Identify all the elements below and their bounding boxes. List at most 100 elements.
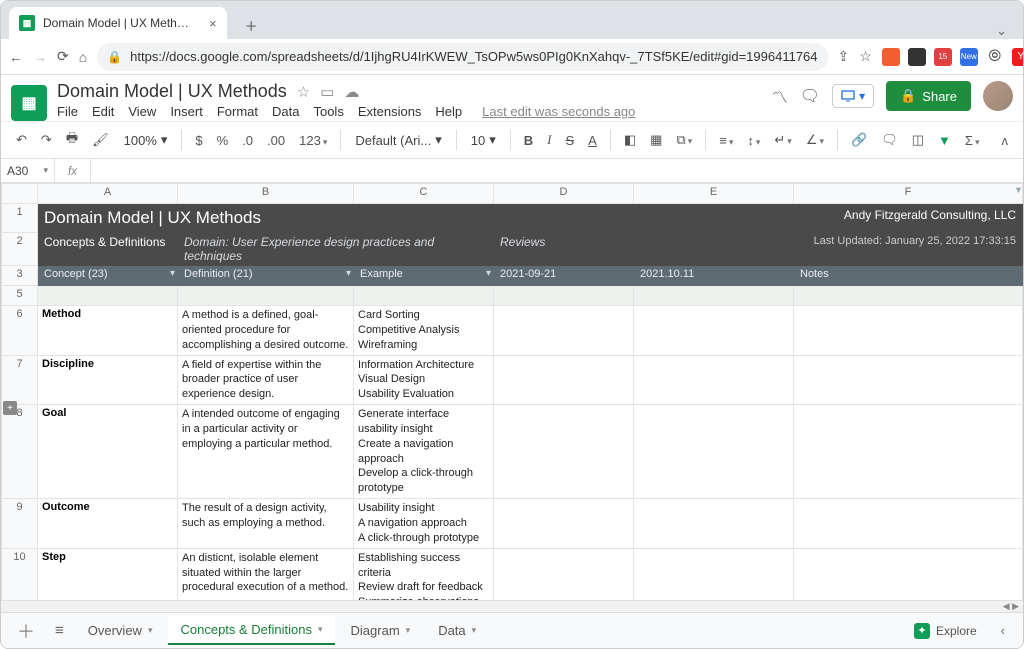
v-align-button[interactable]: ↕▾ — [742, 129, 765, 152]
cell[interactable]: Generate interface usability insightCrea… — [354, 405, 494, 499]
cell[interactable]: Information ArchitectureVisual DesignUsa… — [354, 355, 494, 405]
cell[interactable]: Reviews — [494, 233, 634, 266]
link-button[interactable]: 🔗 — [846, 128, 872, 152]
cell[interactable] — [494, 548, 634, 600]
filter-icon[interactable]: ▾ — [170, 268, 175, 279]
merge-button[interactable]: ⧉▾ — [671, 128, 697, 152]
collapse-toolbar-button[interactable]: ʌ — [997, 129, 1014, 152]
menu-view[interactable]: View — [128, 104, 156, 119]
share-button[interactable]: 🔒 Share — [886, 81, 971, 111]
cell[interactable]: The result of a design activity, such as… — [178, 499, 354, 549]
cell[interactable]: Concept (23)▾ — [38, 266, 178, 286]
sheets-logo[interactable]: ▦ — [11, 85, 47, 121]
cell[interactable]: ▾ — [38, 286, 178, 306]
extension-icon[interactable]: ⦾ — [986, 48, 1004, 66]
column-header[interactable]: E — [634, 184, 794, 204]
h-align-button[interactable]: ≡▾ — [714, 129, 738, 152]
font-size-select[interactable]: 10▾ — [465, 132, 502, 148]
cell[interactable] — [794, 286, 1023, 306]
sheet-tab-data[interactable]: Data▾ — [426, 617, 488, 644]
chart-button[interactable]: ◫ — [907, 128, 929, 152]
row-header[interactable]: 10 — [2, 548, 38, 600]
italic-button[interactable]: I — [542, 128, 556, 152]
sheet-tab-concepts[interactable]: Concepts & Definitions▾ — [168, 616, 334, 645]
row-header[interactable]: 9 — [2, 499, 38, 549]
cell[interactable]: Last Updated: January 25, 2022 17:33:15 — [634, 233, 1023, 266]
cell[interactable]: Step — [38, 548, 178, 600]
cell[interactable] — [794, 355, 1023, 405]
column-header[interactable]: C — [354, 184, 494, 204]
cell[interactable] — [494, 499, 634, 549]
select-all-cell[interactable] — [2, 184, 38, 204]
star-icon[interactable]: ☆ — [297, 83, 310, 101]
font-select[interactable]: Default (Ari...▾ — [349, 132, 447, 148]
column-header[interactable]: F — [794, 184, 1023, 204]
cell[interactable]: Andy Fitzgerald Consulting, LLC — [494, 204, 1023, 233]
row-header[interactable]: 7 — [2, 355, 38, 405]
cell[interactable]: Notes — [794, 266, 1023, 286]
column-header[interactable]: A — [38, 184, 178, 204]
row-header[interactable]: 1 — [2, 204, 38, 233]
add-sheet-button[interactable]: ＋ — [9, 618, 43, 644]
horizontal-scrollbar[interactable]: ◀ ▶ — [1, 600, 1023, 612]
filter-icon[interactable]: ▾ — [346, 268, 351, 279]
functions-button[interactable]: Σ▾ — [960, 129, 985, 152]
row-header[interactable]: 8 — [2, 405, 38, 499]
cell[interactable]: Discipline — [38, 355, 178, 405]
wrap-button[interactable]: ↵▾ — [769, 128, 796, 152]
text-color-button[interactable]: A — [583, 129, 602, 152]
filter-icon[interactable]: ▾ — [486, 268, 491, 279]
menu-edit[interactable]: Edit — [92, 104, 114, 119]
redo-button[interactable]: ↷ — [36, 128, 57, 152]
reload-button[interactable]: ⟳ — [57, 48, 69, 65]
cell[interactable]: A field of expertise within the broader … — [178, 355, 354, 405]
zoom-select[interactable]: 100%▾ — [118, 132, 174, 148]
tabs-dropdown-icon[interactable]: ⌄ — [988, 23, 1015, 39]
menu-tools[interactable]: Tools — [313, 104, 343, 119]
row-header[interactable]: 2 — [2, 233, 38, 266]
cell[interactable] — [634, 355, 794, 405]
print-button[interactable]: 🖶 — [61, 125, 83, 155]
row-header[interactable]: 3 — [2, 266, 38, 286]
cell[interactable]: Method — [38, 306, 178, 356]
row-header[interactable]: 6 — [2, 306, 38, 356]
spreadsheet-grid[interactable]: A B C D E F 1 Domain Model | UX Methods … — [1, 183, 1023, 600]
column-header[interactable]: B — [178, 184, 354, 204]
menu-help[interactable]: Help — [435, 104, 462, 119]
cell[interactable] — [634, 405, 794, 499]
activity-icon[interactable]: 〽 — [772, 84, 788, 108]
menu-data[interactable]: Data — [272, 104, 299, 119]
fill-color-button[interactable]: ◧ — [619, 128, 641, 152]
sheet-tab-overview[interactable]: Overview▾ — [76, 617, 165, 644]
filter-button[interactable]: ▼ — [933, 129, 956, 152]
row-header[interactable]: 5 — [2, 286, 38, 306]
new-tab-button[interactable]: ＋ — [237, 12, 266, 39]
bold-button[interactable]: B — [519, 129, 538, 152]
name-box[interactable]: A30▾ — [1, 159, 55, 182]
cell[interactable]: Domain: User Experience design practices… — [178, 233, 494, 266]
doc-title[interactable]: Domain Model | UX Methods — [57, 81, 287, 102]
cell[interactable] — [634, 548, 794, 600]
column-header[interactable]: D — [494, 184, 634, 204]
cloud-icon[interactable]: ☁ — [344, 83, 359, 101]
formula-input[interactable] — [91, 159, 1023, 182]
percent-button[interactable]: % — [212, 129, 234, 152]
present-button[interactable]: ▾ — [832, 84, 874, 108]
share-page-icon[interactable]: ⇪ — [838, 48, 850, 65]
cell[interactable] — [794, 405, 1023, 499]
cell[interactable] — [794, 306, 1023, 356]
menu-extensions[interactable]: Extensions — [358, 104, 422, 119]
menu-format[interactable]: Format — [217, 104, 258, 119]
back-button[interactable]: ← — [9, 49, 23, 65]
cell[interactable] — [634, 306, 794, 356]
cell[interactable]: Definition (21)▾ — [178, 266, 354, 286]
cell[interactable]: 2021-09-21 — [494, 266, 634, 286]
more-formats-button[interactable]: 123▾ — [294, 129, 332, 152]
account-avatar[interactable] — [983, 81, 1013, 111]
extension-icon[interactable]: New — [960, 48, 978, 66]
filter-icon[interactable]: ▾ — [1016, 185, 1021, 196]
cell[interactable]: Outcome — [38, 499, 178, 549]
all-sheets-button[interactable]: ≡ — [47, 622, 72, 639]
move-icon[interactable]: ▭ — [320, 83, 334, 101]
close-icon[interactable]: × — [209, 16, 217, 31]
